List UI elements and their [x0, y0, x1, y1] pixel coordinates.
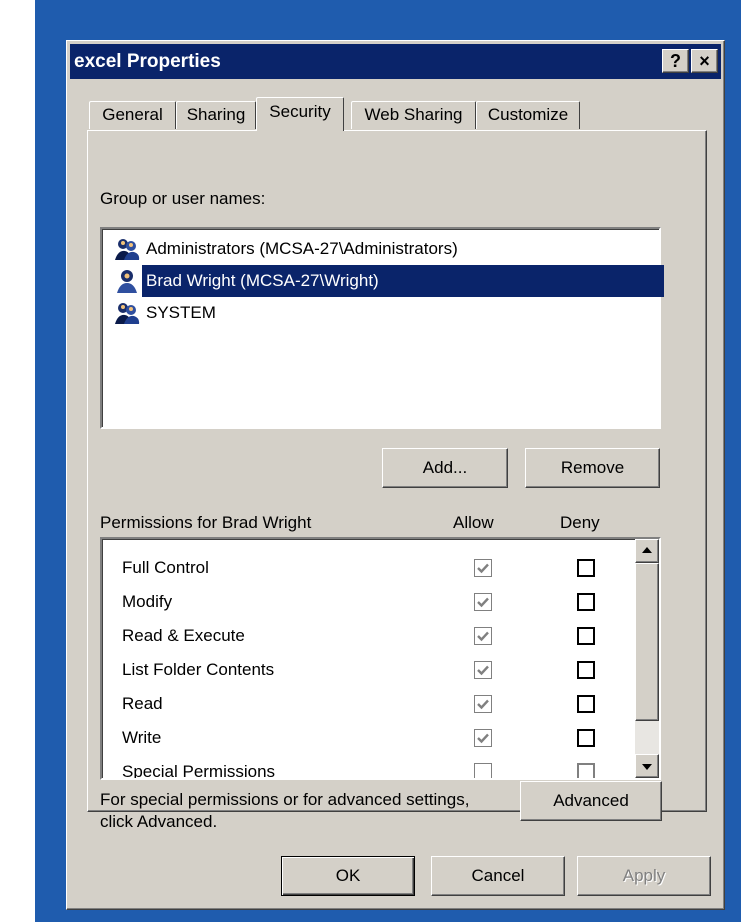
scroll-down-button[interactable] — [635, 754, 659, 778]
title-bar[interactable]: excel Properties ? × — [70, 44, 721, 79]
deny-checkbox[interactable] — [577, 593, 595, 611]
help-icon: ? — [670, 51, 681, 71]
permission-name: Write — [122, 728, 162, 747]
permission-name: List Folder Contents — [122, 660, 275, 679]
allow-checkbox — [474, 695, 492, 713]
tab-customize[interactable]: Customize — [476, 101, 580, 129]
user-icon — [117, 270, 137, 293]
allow-checkbox — [474, 559, 492, 577]
group-names-label: Group or user names: — [100, 189, 266, 208]
user-name: SYSTEM — [146, 303, 216, 322]
remove-button[interactable]: Remove — [525, 448, 660, 488]
table-row: Write — [122, 721, 642, 755]
user-name: Brad Wright (MCSA-27\Wright) — [142, 265, 664, 297]
tab-security[interactable]: Security — [256, 97, 344, 131]
list-item[interactable]: Administrators (MCSA-27\Administrators) — [110, 233, 660, 265]
permissions-label: Permissions for Brad Wright — [100, 513, 312, 532]
security-panel: Group or user names: Administrators (MCS… — [87, 130, 707, 831]
checkmark-icon — [477, 597, 489, 608]
cancel-button[interactable]: Cancel — [431, 856, 565, 896]
scroll-up-button[interactable] — [635, 539, 659, 563]
table-row: Modify — [122, 585, 642, 619]
allow-checkbox — [474, 661, 492, 679]
tab-web-sharing[interactable]: Web Sharing — [351, 101, 476, 129]
table-row: Read & Execute — [122, 619, 642, 653]
allow-checkbox — [474, 593, 492, 611]
permission-name: Full Control — [122, 558, 209, 577]
deny-checkbox[interactable] — [577, 559, 595, 577]
arrow-down-icon — [642, 764, 652, 770]
list-item[interactable]: SYSTEM — [110, 297, 660, 329]
close-button[interactable]: × — [691, 49, 718, 73]
advanced-hint-line1: For special permissions or for advanced … — [100, 790, 470, 809]
properties-dialog: excel Properties ? × General Sharing Sec… — [66, 40, 725, 910]
user-list[interactable]: Administrators (MCSA-27\Administrators) … — [100, 227, 664, 429]
checkmark-icon — [477, 699, 489, 710]
tab-general[interactable]: General — [89, 101, 176, 129]
user-name: Administrators (MCSA-27\Administrators) — [146, 239, 458, 258]
checkmark-icon — [477, 665, 489, 676]
checkmark-icon — [477, 631, 489, 642]
deny-checkbox[interactable] — [577, 661, 595, 679]
table-row: Read — [122, 687, 642, 721]
advanced-hint-line2: click Advanced. — [100, 812, 218, 831]
advanced-hint: For special permissions or for advanced … — [100, 789, 469, 833]
permission-name: Modify — [122, 592, 173, 611]
allow-checkbox — [474, 763, 492, 778]
list-item[interactable]: Brad Wright (MCSA-27\Wright) — [110, 265, 664, 297]
help-button[interactable]: ? — [662, 49, 689, 73]
deny-checkbox[interactable] — [577, 695, 595, 713]
permissions-scrollbar[interactable] — [635, 539, 659, 778]
checkmark-icon — [477, 563, 489, 574]
table-row: Full Control — [122, 551, 642, 585]
deny-header: Deny — [560, 513, 600, 532]
permission-name: Read & Execute — [122, 626, 245, 645]
table-row: Special Permissions — [122, 755, 642, 780]
user-group-icon — [115, 303, 140, 324]
allow-checkbox — [474, 729, 492, 747]
close-icon: × — [699, 51, 710, 71]
scroll-thumb[interactable] — [635, 563, 659, 721]
deny-checkbox[interactable] — [577, 627, 595, 645]
arrow-up-icon — [642, 547, 652, 553]
deny-checkbox[interactable] — [577, 729, 595, 747]
ok-button[interactable]: OK — [281, 856, 415, 896]
allow-checkbox — [474, 627, 492, 645]
allow-header: Allow — [453, 513, 494, 532]
permission-name: Read — [122, 694, 163, 713]
user-group-icon — [115, 239, 140, 260]
deny-checkbox — [577, 763, 595, 778]
permission-name: Special Permissions — [122, 762, 276, 780]
permissions-list[interactable]: Full Control Modify Read & Execute List … — [100, 537, 661, 780]
window-title: excel Properties — [74, 51, 221, 72]
table-row: List Folder Contents — [122, 653, 642, 687]
checkmark-icon — [477, 733, 489, 744]
apply-button: Apply — [577, 856, 711, 896]
advanced-button[interactable]: Advanced — [520, 781, 662, 821]
tab-sharing[interactable]: Sharing — [176, 101, 256, 129]
add-button[interactable]: Add... — [382, 448, 508, 488]
